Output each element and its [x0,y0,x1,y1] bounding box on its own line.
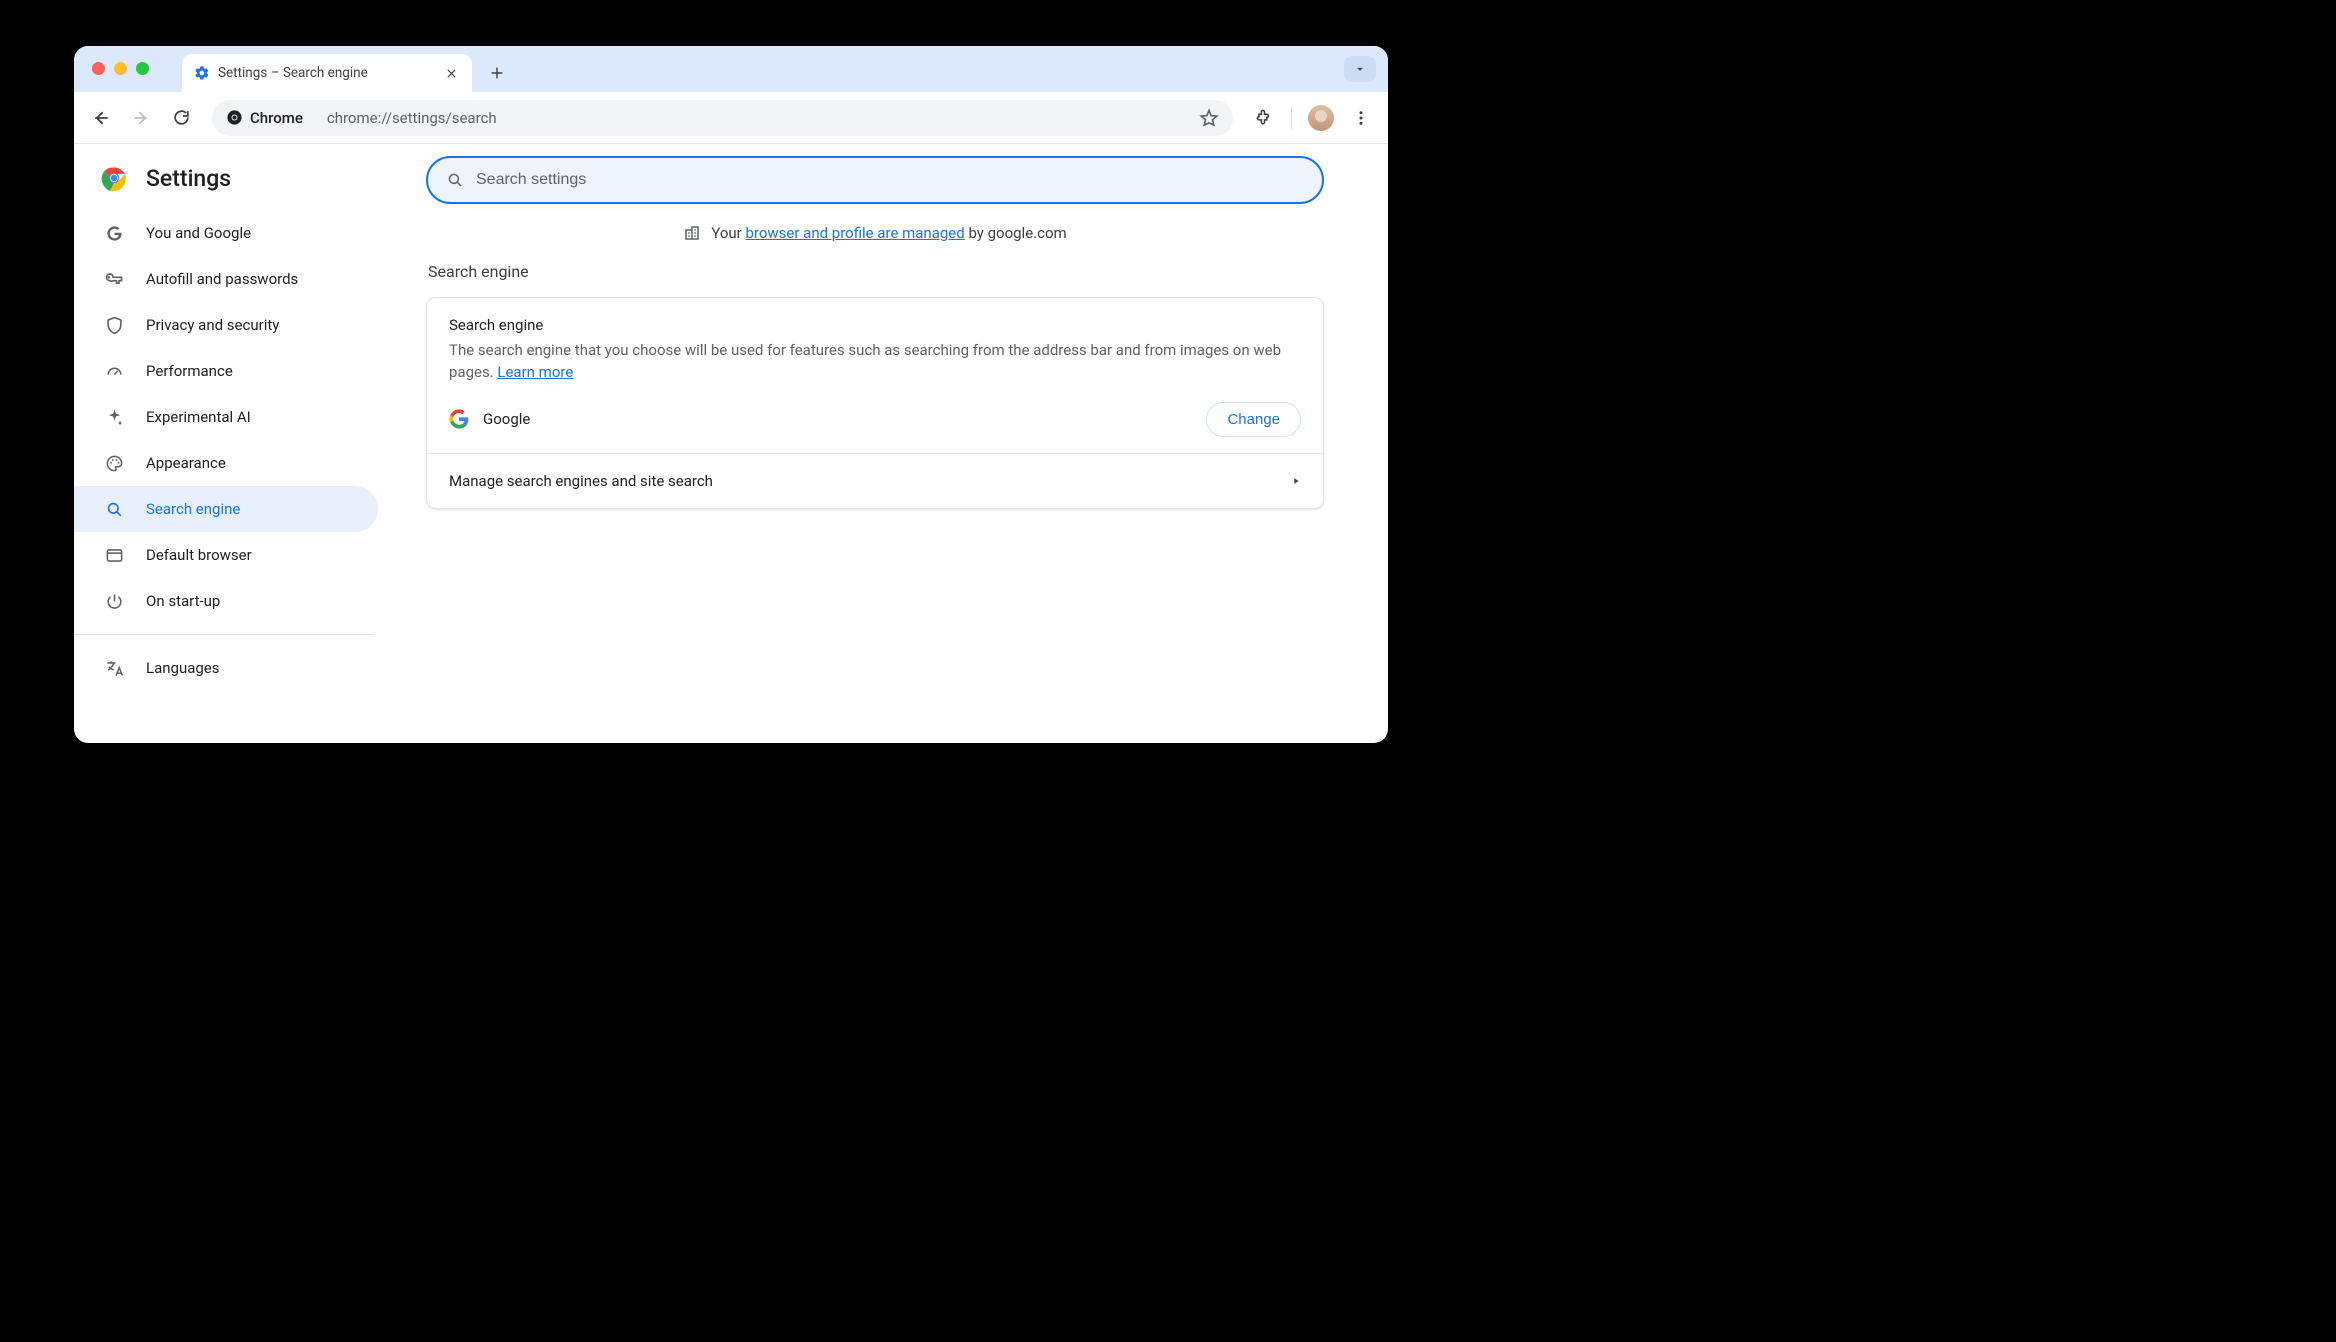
building-icon [683,224,701,242]
sidebar-item-privacy[interactable]: Privacy and security [74,302,378,348]
new-tab-button[interactable] [482,58,512,88]
toolbar: Chrome chrome://settings/search [74,92,1388,144]
url-text: chrome://settings/search [327,109,497,127]
sidebar-item-label: Privacy and security [146,316,279,334]
bookmark-button[interactable] [1199,108,1219,128]
chrome-glyph-icon [226,109,243,126]
managed-link[interactable]: browser and profile are managed [745,224,964,242]
sidebar-item-performance[interactable]: Performance [74,348,378,394]
sidebar-title: Settings [146,165,231,192]
sidebar-header: Settings [74,160,388,210]
settings-search-input[interactable] [476,171,1304,189]
sidebar-item-label: Search engine [146,500,240,518]
extensions-button[interactable] [1247,101,1281,135]
search-icon [104,499,124,519]
browser-tab[interactable]: Settings – Search engine [182,54,472,92]
main-menu-button[interactable] [1344,101,1378,135]
google-g-icon [104,223,124,243]
card-heading: Search engine [449,316,1301,334]
change-engine-button[interactable]: Change [1206,402,1301,437]
manage-search-label: Manage search engines and site search [449,472,713,490]
sidebar-item-label: Default browser [146,546,252,564]
fullscreen-window-button[interactable] [136,62,149,75]
settings-sidebar: Settings You and Google Autofill and pas… [74,144,388,743]
search-icon [446,171,464,189]
managed-notice: Your browser and profile are managed by … [426,224,1324,242]
current-engine: Google [483,410,530,428]
translate-icon [104,658,124,678]
sidebar-item-search-engine[interactable]: Search engine [74,486,378,532]
minimize-window-button[interactable] [114,62,127,75]
close-tab-button[interactable] [442,64,460,82]
managed-prefix: Your [711,224,745,242]
chrome-logo-icon [100,164,128,192]
sidebar-item-label: Languages [146,659,220,677]
sparkle-icon [104,407,124,427]
toolbar-divider [1291,107,1292,129]
sidebar-item-you-and-google[interactable]: You and Google [74,210,378,256]
browser-window: Settings – Search engine [74,46,1388,743]
window-controls [92,62,149,75]
back-button[interactable] [84,101,118,135]
sidebar-item-languages[interactable]: Languages [74,645,378,691]
settings-search[interactable] [426,156,1324,204]
site-chip[interactable]: Chrome [226,109,317,127]
learn-more-link[interactable]: Learn more [497,363,573,381]
chevron-right-icon [1291,476,1301,486]
settings-main: Your browser and profile are managed by … [388,144,1388,743]
sidebar-item-label: Experimental AI [146,408,251,426]
sidebar-item-autofill[interactable]: Autofill and passwords [74,256,378,302]
managed-suffix: by google.com [965,224,1067,242]
tab-search-button[interactable] [1344,56,1376,82]
sidebar-item-default-browser[interactable]: Default browser [74,532,378,578]
palette-icon [104,453,124,473]
site-chip-label: Chrome [250,109,303,127]
address-bar[interactable]: Chrome chrome://settings/search [212,100,1233,136]
sidebar-item-label: On start-up [146,592,220,610]
settings-gear-icon [194,65,210,81]
forward-button[interactable] [124,101,158,135]
power-icon [104,591,124,611]
titlebar: Settings – Search engine [74,46,1388,92]
shield-icon [104,315,124,335]
card-description: The search engine that you choose will b… [449,340,1301,384]
key-icon [104,269,124,289]
google-logo-icon [449,409,469,429]
sidebar-item-label: Autofill and passwords [146,270,298,288]
sidebar-item-label: Appearance [146,454,226,472]
manage-search-engines-row[interactable]: Manage search engines and site search [427,453,1323,508]
reload-button[interactable] [164,101,198,135]
sidebar-divider [74,634,374,635]
sidebar-item-label: You and Google [146,224,251,242]
sidebar-item-experimental-ai[interactable]: Experimental AI [74,394,378,440]
settings-content: Settings You and Google Autofill and pas… [74,144,1388,743]
section-title: Search engine [428,262,1324,281]
sidebar-item-appearance[interactable]: Appearance [74,440,378,486]
tab-title: Settings – Search engine [218,65,368,81]
window-icon [104,545,124,565]
sidebar-item-label: Performance [146,362,233,380]
profile-avatar[interactable] [1308,105,1334,131]
close-window-button[interactable] [92,62,105,75]
speedometer-icon [104,361,124,381]
search-engine-card: Search engine The search engine that you… [426,297,1324,509]
sidebar-item-on-startup[interactable]: On start-up [74,578,378,624]
